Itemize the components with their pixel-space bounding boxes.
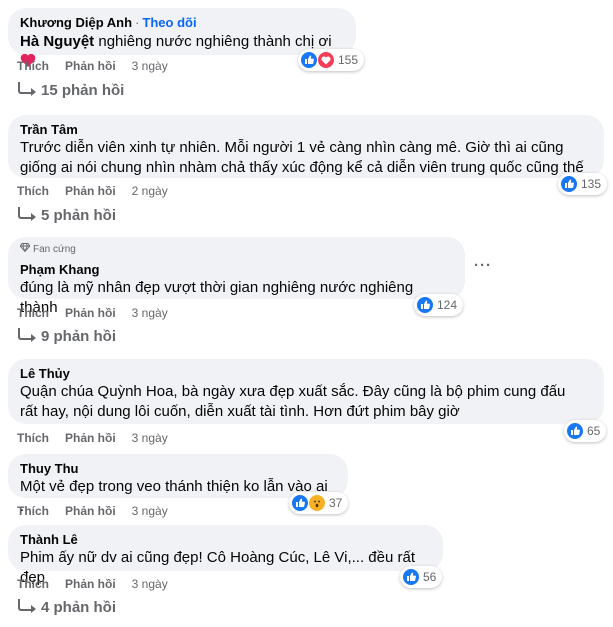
replies-count: 15 phản hồi [41, 82, 125, 99]
comment-text-body: nghiêng nước nghiêng thành chị ơi [94, 33, 332, 50]
comment-author[interactable]: Thành Lê [20, 531, 431, 548]
reaction-summary[interactable]: 124 [414, 294, 464, 316]
like-reaction-icon [402, 568, 420, 586]
like-button[interactable]: Thích [17, 577, 49, 591]
reaction-summary[interactable]: 135 [558, 173, 608, 195]
comment-timestamp[interactable]: 2 ngày [132, 184, 168, 198]
reaction-count: 155 [338, 53, 359, 67]
replies-count: 5 phản hồi [41, 207, 116, 224]
reply-button[interactable]: Phản hồi [65, 184, 116, 198]
comment-author[interactable]: Trần Tâm [20, 121, 592, 138]
comment-bubble: Khương Diệp Anh · Theo dõi Hà Nguyệt nghiê… [8, 8, 356, 67]
reply-button[interactable]: Phản hồi [65, 59, 116, 73]
comment-actions: Thích Phản hồi 2 ngày [17, 184, 168, 198]
comment-actions: Thích Phản hồi 3 ngày [17, 59, 168, 73]
reaction-summary[interactable]: 155 [298, 49, 365, 71]
comment-actions: Thích Phản hồi 3 ngày [17, 431, 168, 445]
like-reaction-icon [566, 422, 584, 440]
wow-reaction-icon [308, 494, 326, 512]
follow-button[interactable]: Theo dõi [142, 15, 196, 30]
comment-bubble: Trần Tâm Trước diễn viên xinh tự nhiên. … [8, 115, 604, 178]
reaction-count: 124 [437, 298, 458, 312]
like-button[interactable]: Thích [17, 504, 49, 518]
comment-timestamp[interactable]: 3 ngày [132, 504, 168, 518]
comment-actions: Thích Phản hồi 3 ngày [17, 577, 168, 591]
comment-author[interactable]: Khương Diệp Anh [20, 15, 132, 30]
replies-count: 9 phản hồi [41, 328, 116, 345]
comment-actions: Thích Phản hồi 3 ngày [17, 306, 168, 320]
comment-timestamp[interactable]: 3 ngày [132, 431, 168, 445]
reaction-summary[interactable]: 65 [564, 420, 607, 442]
mention-link[interactable]: Hà Nguyệt [20, 33, 94, 50]
reaction-summary[interactable]: 56 [400, 566, 443, 588]
reply-button[interactable]: Phản hồi [65, 306, 116, 320]
more-options-icon[interactable]: ··· [474, 257, 492, 274]
comment-bubble: Lê Thủy Quận chúa Quỳnh Hoa, bà ngày xưa… [8, 359, 604, 424]
reaction-count: 135 [581, 177, 602, 191]
reaction-count: 37 [329, 496, 343, 510]
view-replies-button[interactable]: 4 phản hồi [18, 598, 116, 616]
love-reaction-icon [317, 51, 335, 69]
comment-bubble: Fan cứng Phạm Khang đúng là mỹ nhân đẹp … [8, 237, 465, 316]
like-button[interactable]: Thích [17, 184, 49, 198]
reply-arrow-icon [18, 81, 36, 96]
comment-bubble: Thành Lê Phim ấy nữ dv ai cũng đẹp! Cô H… [8, 525, 443, 586]
fan-badge: Fan cứng [19, 243, 453, 256]
comment-actions: Thích Phản hồi 3 ngày [17, 504, 168, 518]
comment-timestamp[interactable]: 3 ngày [132, 59, 168, 73]
reaction-count: 65 [587, 424, 601, 438]
reply-button[interactable]: Phản hồi [65, 577, 116, 591]
comment-author[interactable]: Lê Thủy [20, 365, 592, 382]
like-reaction-icon [560, 175, 578, 193]
comment-timestamp[interactable]: 3 ngày [132, 306, 168, 320]
comment-header: Khương Diệp Anh · Theo dõi [20, 14, 344, 32]
reply-arrow-icon [18, 327, 36, 342]
like-reaction-icon [416, 296, 434, 314]
like-button[interactable]: Thích [17, 59, 49, 73]
comment-author[interactable]: Thuy Thu [20, 460, 336, 477]
like-reaction-icon [300, 51, 318, 69]
comment-timestamp[interactable]: 3 ngày [132, 577, 168, 591]
comment-text: Quận chúa Quỳnh Hoa, bà ngày xưa đẹp xuấ… [20, 383, 566, 420]
view-replies-button[interactable]: 15 phản hồi [18, 81, 125, 99]
reaction-summary[interactable]: 37 [289, 492, 349, 514]
separator-dot: · [135, 15, 140, 30]
reply-button[interactable]: Phản hồi [65, 504, 116, 518]
reaction-count: 56 [423, 570, 437, 584]
like-reaction-icon [291, 494, 309, 512]
reply-arrow-icon [18, 206, 36, 221]
like-button[interactable]: Thích [17, 306, 49, 320]
like-button[interactable]: Thích [17, 431, 49, 445]
reply-arrow-icon [18, 598, 36, 613]
view-replies-button[interactable]: 5 phản hồi [18, 206, 116, 224]
comment-author[interactable]: Phạm Khang [20, 261, 453, 278]
reply-button[interactable]: Phản hồi [65, 431, 116, 445]
comment-text: Trước diễn viên xinh tự nhiên. Mỗi người… [20, 139, 584, 176]
replies-count: 4 phản hồi [41, 599, 116, 616]
view-replies-button[interactable]: 9 phản hồi [18, 327, 116, 345]
fan-badge-label: Fan cứng [33, 244, 76, 255]
diamond-icon [19, 243, 31, 256]
